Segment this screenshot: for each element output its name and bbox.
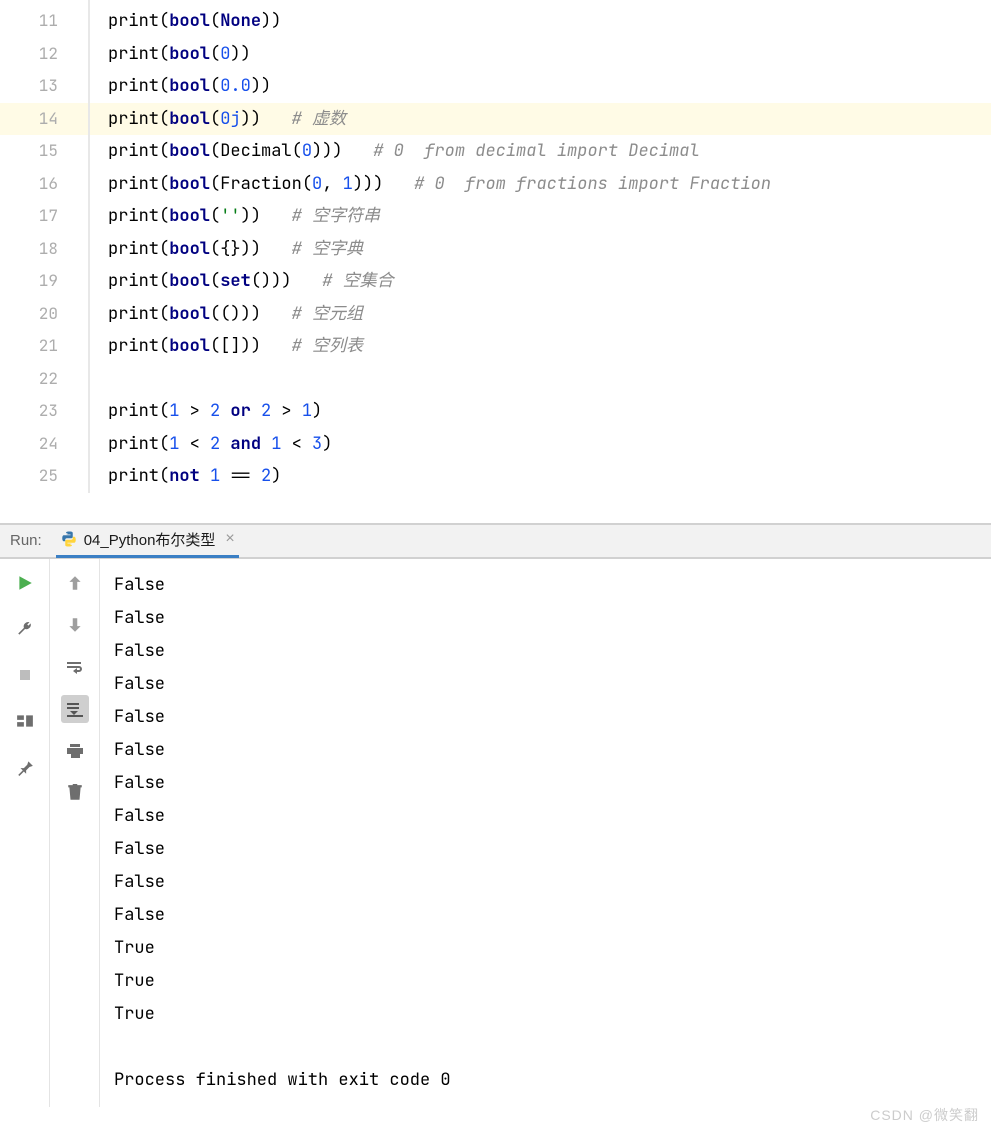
line-gutter: 111213141516171819202122232425 — [0, 0, 90, 493]
print-icon[interactable] — [61, 737, 89, 765]
code-line[interactable]: print(bool(Fraction(0, 1))) # 0 from fra… — [108, 168, 991, 201]
line-number: 21 — [0, 330, 88, 363]
wrench-icon[interactable] — [11, 615, 39, 643]
line-number: 19 — [0, 265, 88, 298]
code-line[interactable]: print(bool(())) # 空元组 — [108, 298, 991, 331]
code-line[interactable]: print(bool(set())) # 空集合 — [108, 265, 991, 298]
code-line[interactable]: print(1 > 2 or 2 > 1) — [108, 395, 991, 428]
watermark: CSDN @微笑翻 — [870, 1105, 979, 1125]
run-label: Run: — [10, 532, 42, 549]
line-number: 12 — [0, 38, 88, 71]
code-line[interactable]: print(bool('')) # 空字符串 — [108, 200, 991, 233]
code-line[interactable]: print(bool([])) # 空列表 — [108, 330, 991, 363]
line-number: 24 — [0, 428, 88, 461]
soft-wrap-icon[interactable] — [61, 653, 89, 681]
line-number: 16 — [0, 168, 88, 201]
python-icon — [60, 530, 78, 548]
stop-button[interactable] — [11, 661, 39, 689]
code-line[interactable]: print(bool(0.0)) — [108, 70, 991, 103]
line-number: 23 — [0, 395, 88, 428]
layout-icon[interactable] — [11, 707, 39, 735]
line-number: 25 — [0, 460, 88, 493]
close-icon[interactable]: × — [225, 530, 234, 548]
run-tab-name: 04_Python布尔类型 — [84, 529, 216, 550]
code-line[interactable]: print(bool({})) # 空字典 — [108, 233, 991, 266]
code-line[interactable]: print(1 < 2 and 1 < 3) — [108, 428, 991, 461]
run-tool-col-2 — [50, 559, 100, 1107]
code-editor[interactable]: 111213141516171819202122232425 print(boo… — [0, 0, 991, 493]
code-line[interactable]: print(bool(0)) — [108, 38, 991, 71]
line-number: 22 — [0, 363, 88, 396]
line-number: 15 — [0, 135, 88, 168]
run-tool-col-1 — [0, 559, 50, 1107]
line-number: 11 — [0, 5, 88, 38]
pin-icon[interactable] — [11, 753, 39, 781]
line-number: 20 — [0, 298, 88, 331]
code-line[interactable]: print(not 1 == 2) — [108, 460, 991, 493]
code-line[interactable] — [108, 363, 991, 396]
run-tab-bar: Run: 04_Python布尔类型 × — [0, 525, 991, 559]
scroll-to-end-icon[interactable] — [61, 695, 89, 723]
line-number: 14 — [0, 103, 88, 136]
run-panel: Run: 04_Python布尔类型 × — [0, 523, 991, 1107]
up-arrow-icon[interactable] — [61, 569, 89, 597]
down-arrow-icon[interactable] — [61, 611, 89, 639]
code-line[interactable]: print(bool(None)) — [108, 5, 991, 38]
line-number: 17 — [0, 200, 88, 233]
code-line[interactable]: print(bool(Decimal(0))) # 0 from decimal… — [108, 135, 991, 168]
trash-icon[interactable] — [61, 779, 89, 807]
run-tab[interactable]: 04_Python布尔类型 × — [56, 524, 239, 558]
line-number: 13 — [0, 70, 88, 103]
code-line[interactable]: print(bool(0j)) # 虚数 — [90, 103, 991, 136]
rerun-button[interactable] — [11, 569, 39, 597]
code-area[interactable]: print(bool(None))print(bool(0))print(boo… — [90, 0, 991, 493]
line-number: 18 — [0, 233, 88, 266]
console-output[interactable]: False False False False False False Fals… — [100, 559, 991, 1107]
